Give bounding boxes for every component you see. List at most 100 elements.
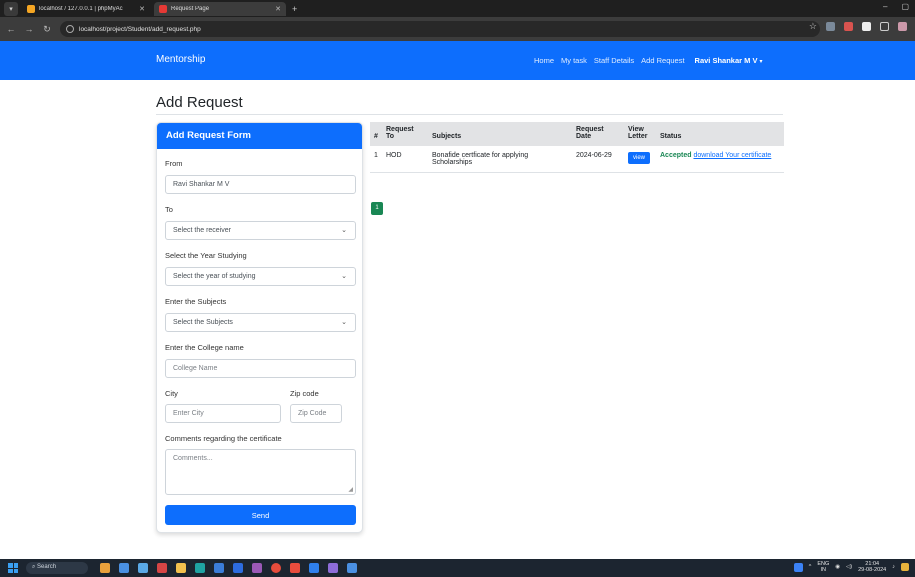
subjects-select[interactable]: Select the Subjects ⌄ (165, 313, 356, 332)
year-selected: Select the year of studying (173, 273, 256, 280)
notification-bell-icon[interactable]: ♪ (892, 564, 895, 570)
page-title: Add Request (156, 94, 243, 111)
zip-label: Zip code (290, 389, 319, 398)
minimize-icon[interactable]: – (883, 2, 887, 11)
site-info-icon[interactable] (66, 25, 74, 33)
chevron-down-icon: ⌄ (341, 227, 347, 234)
language-indicator[interactable]: ENG IN (817, 561, 829, 573)
subjects-label: Enter the Subjects (165, 297, 227, 306)
bookmark-star-icon[interactable]: ☆ (809, 21, 817, 32)
taskbar-search[interactable]: ⌕ Search (26, 562, 88, 574)
site-navbar: Mentorship Home My task Staff Details Ad… (0, 41, 915, 80)
nav-link-staff-details[interactable]: Staff Details (594, 56, 634, 65)
clock[interactable]: 21:04 29-08-2024 (858, 561, 886, 573)
title-divider (156, 114, 783, 115)
receiver-select[interactable]: Select the receiver ⌄ (165, 221, 356, 240)
pagination-page-button[interactable]: 1 (371, 202, 383, 215)
city-label: City (165, 389, 178, 398)
file-explorer-icon[interactable] (176, 563, 186, 573)
comments-label: Comments regarding the certificate (165, 434, 282, 443)
cell-num: 1 (370, 146, 382, 173)
window-controls: – ▢ (883, 2, 909, 11)
col-header-subjects: Subjects (428, 122, 572, 146)
app-icon[interactable] (138, 563, 148, 573)
browser-tab-active[interactable]: Request Page ✕ (154, 1, 286, 16)
college-label: Enter the College name (165, 343, 244, 352)
view-letter-button[interactable]: view (628, 152, 651, 164)
subjects-selected: Select the Subjects (173, 319, 233, 326)
app-icon[interactable] (100, 563, 110, 573)
from-label: From (165, 159, 183, 168)
navbar-brand[interactable]: Mentorship (156, 54, 205, 65)
network-icon[interactable]: ◉ (835, 564, 840, 570)
back-icon[interactable]: ← (4, 24, 18, 34)
extension-icon[interactable] (844, 22, 853, 31)
system-tray: ^ ENG IN ◉ ◁) 21:04 29-08-2024 ♪ (793, 561, 909, 573)
city-placeholder: Enter City (173, 410, 204, 417)
extension-icon[interactable] (862, 22, 871, 31)
nav-link-my-task[interactable]: My task (561, 56, 587, 65)
profile-avatar-icon[interactable] (898, 22, 907, 31)
chevron-up-icon[interactable]: ^ (809, 564, 812, 570)
app-icon[interactable] (347, 563, 357, 573)
copilot-icon[interactable] (901, 563, 909, 571)
col-header-view-letter: View Letter (624, 122, 656, 146)
page-favicon-icon (159, 4, 167, 13)
nav-link-home[interactable]: Home (534, 56, 554, 65)
table-header-row: # Request To Subjects Request Date View Let… (370, 122, 784, 146)
user-name: Ravi Shankar M V (694, 56, 758, 65)
extension-icons: ☆ (809, 21, 907, 32)
windows-start-icon[interactable] (8, 563, 18, 573)
college-name-input[interactable]: College Name (165, 359, 356, 378)
cell-request-to: HOD (382, 146, 428, 173)
vscode-icon[interactable] (309, 563, 319, 573)
tab-title: Request Page (171, 5, 210, 12)
caret-down-icon: ▾ (759, 59, 763, 65)
send-button[interactable]: Send (165, 505, 356, 525)
forward-icon[interactable]: → (22, 24, 36, 34)
app-icon[interactable] (119, 563, 129, 573)
col-header-status: Status (656, 122, 784, 146)
nav-link-add-request[interactable]: Add Request (641, 56, 684, 65)
url-field[interactable]: localhost/project/Student/add_request.ph… (60, 21, 820, 37)
requests-table: # Request To Subjects Request Date View Let… (370, 122, 784, 173)
app-icon[interactable] (214, 563, 224, 573)
os-taskbar: ⌕ Search (0, 559, 915, 577)
tab-search-button[interactable]: ▾ (4, 1, 18, 16)
comments-textarea[interactable]: Comments... ◢ (165, 449, 356, 495)
app-icon[interactable] (793, 562, 803, 572)
chrome-icon[interactable] (271, 563, 281, 573)
from-field[interactable]: Ravi Shankar M V (165, 175, 356, 194)
year-select[interactable]: Select the year of studying ⌄ (165, 267, 356, 286)
sidebar-icon[interactable] (880, 22, 889, 31)
app-icon[interactable] (290, 563, 300, 573)
extension-icon[interactable] (826, 22, 835, 31)
volume-icon[interactable]: ◁) (846, 564, 852, 570)
maximize-icon[interactable]: ▢ (901, 2, 909, 11)
browser-tab-bar: ▾ localhost / 127.0.0.1 | phpMyAc ✕ Requ… (0, 0, 915, 17)
app-icon[interactable] (328, 563, 338, 573)
phpmyadmin-favicon-icon (27, 4, 35, 13)
browser-address-bar: ← → ↻ localhost/project/Student/add_requ… (0, 17, 915, 41)
zip-code-input[interactable]: Zip Code (290, 404, 342, 423)
form-header: Add Request Form (157, 123, 362, 149)
to-label: To (165, 205, 173, 214)
resize-handle-icon[interactable]: ◢ (348, 486, 353, 493)
col-header-request-date: Request Date (572, 122, 624, 146)
add-request-form-card: Add Request Form From Ravi Shankar M V T… (156, 122, 363, 533)
comments-placeholder: Comments... (173, 455, 213, 462)
app-icon[interactable] (157, 563, 167, 573)
col-header-request-to: Request To (382, 122, 428, 146)
app-icon[interactable] (233, 563, 243, 573)
browser-tab[interactable]: localhost / 127.0.0.1 | phpMyAc ✕ (22, 2, 150, 16)
close-tab-icon[interactable]: ✕ (275, 5, 281, 13)
close-tab-icon[interactable]: ✕ (139, 5, 145, 13)
edge-icon[interactable] (195, 563, 205, 573)
new-tab-icon[interactable]: + (292, 4, 297, 14)
reload-icon[interactable]: ↻ (40, 24, 54, 35)
zip-placeholder: Zip Code (298, 410, 327, 417)
download-certificate-link[interactable]: download Your certificate (693, 152, 771, 159)
user-dropdown[interactable]: Ravi Shankar M V ▾ (695, 56, 763, 65)
app-icon[interactable] (252, 563, 262, 573)
city-input[interactable]: Enter City (165, 404, 281, 423)
